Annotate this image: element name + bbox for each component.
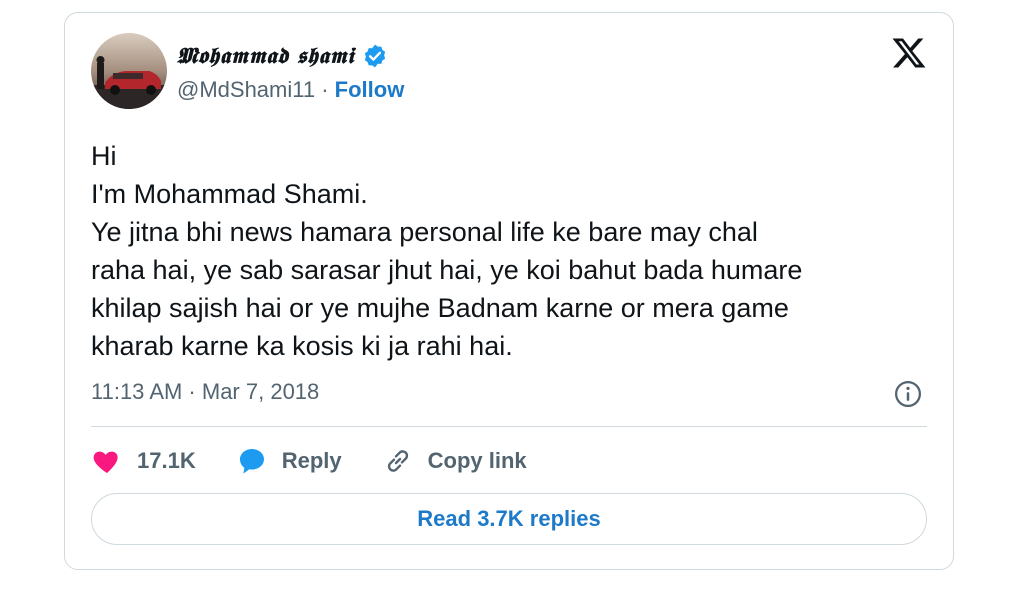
separator: · bbox=[321, 77, 329, 102]
x-logo-icon[interactable] bbox=[891, 35, 927, 71]
follow-button[interactable]: Follow bbox=[335, 77, 405, 102]
link-icon bbox=[387, 450, 408, 472]
avatar[interactable] bbox=[91, 33, 167, 109]
action-bar: 17.1K Reply Copy link bbox=[91, 445, 567, 477]
like-count: 17.1K bbox=[137, 448, 196, 473]
author-handle[interactable]: @MdShami11 bbox=[177, 77, 315, 102]
copy-link-label: Copy link bbox=[427, 448, 527, 473]
heart-icon bbox=[93, 451, 118, 473]
reply-bubble-icon bbox=[239, 449, 264, 474]
tweet-card: 𝕸𝖔𝖍𝖆𝖒𝖒𝖆𝖉 𝖘𝖍𝖆𝖒𝖎 @MdShami11 · Follow Hi I'… bbox=[64, 12, 954, 570]
divider bbox=[91, 426, 927, 427]
reply-label: Reply bbox=[281, 448, 342, 473]
handle-row: @MdShami11 · Follow bbox=[177, 77, 404, 103]
like-button[interactable]: 17.1K bbox=[91, 445, 196, 477]
copy-link-button[interactable]: Copy link bbox=[382, 445, 527, 477]
tweet-timestamp[interactable]: 11:13 AM · Mar 7, 2018 bbox=[91, 379, 319, 405]
tweet-text: Hi I'm Mohammad Shami. Ye jitna bhi news… bbox=[91, 141, 803, 361]
info-icon[interactable] bbox=[893, 379, 923, 409]
author-name[interactable]: 𝕸𝖔𝖍𝖆𝖒𝖒𝖆𝖉 𝖘𝖍𝖆𝖒𝖎 bbox=[177, 43, 354, 69]
verified-badge-icon bbox=[364, 44, 386, 68]
reply-button[interactable]: Reply bbox=[236, 445, 342, 477]
read-replies-button[interactable]: Read 3.7K replies bbox=[91, 493, 927, 545]
